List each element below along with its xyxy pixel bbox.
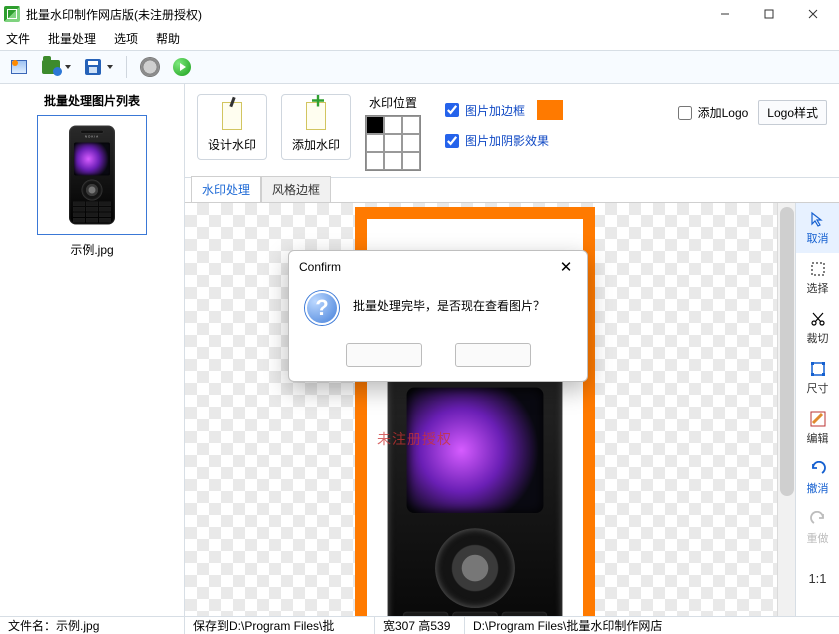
dialog-no-button[interactable] [455,343,531,367]
tab-bar: 水印处理 风格边框 [185,178,839,202]
add-shadow-checkbox[interactable]: 图片加阴影效果 [445,132,563,149]
toolbar-run-icon[interactable] [171,56,193,78]
logo-style-button[interactable]: Logo样式 [758,100,827,125]
image-list-item[interactable]: NOKIA 示例.jpg [17,115,167,258]
tool-select-label: 选择 [807,280,829,296]
dialog-close-button[interactable]: ✕ [555,256,577,278]
image-list-header: 批量处理图片列表 [44,88,140,115]
toolbar-separator [126,56,127,78]
app-icon [4,6,20,22]
tool-size-label: 尺寸 [807,380,829,396]
status-program-path: D:\Program Files\批量水印制作网店 [465,617,839,634]
toolbar-settings-icon[interactable] [139,56,161,78]
toolbar-open-folder-icon[interactable] [40,56,62,78]
tool-cancel-label: 取消 [807,230,829,246]
add-logo-input[interactable] [678,106,692,120]
status-dimensions: 宽307 高539 [375,617,465,634]
image-thumbnail-label: 示例.jpg [70,241,113,258]
cursor-icon [809,210,827,228]
dialog-yes-button[interactable] [346,343,422,367]
status-save-path: 保存到D:\Program Files\批 [185,617,375,634]
tool-edit-label: 编辑 [807,430,829,446]
watermark-position-grid[interactable] [365,115,421,171]
add-logo-checkbox[interactable]: 添加Logo [678,104,749,121]
vertical-scrollbar[interactable] [777,203,795,616]
add-border-checkbox[interactable]: 图片加边框 [445,100,563,120]
tool-zoom-ratio[interactable]: 1:1 [796,553,839,603]
dialog-message: 批量处理完毕，是否现在查看图片？ [353,291,545,314]
add-shadow-label: 图片加阴影效果 [465,132,549,149]
add-shadow-input[interactable] [445,134,459,148]
add-border-input[interactable] [445,103,459,117]
design-watermark-button[interactable]: 设计水印 [197,94,267,160]
toolbar-save-icon[interactable] [82,56,104,78]
menu-options[interactable]: 选项 [114,30,138,47]
plus-icon [306,102,326,130]
tool-zoom-label: 1:1 [808,571,826,586]
tool-redo[interactable]: 重做 [796,503,839,553]
tool-redo-label: 重做 [807,530,829,546]
dialog-titlebar: Confirm ✕ [289,251,587,283]
window-title: 批量水印制作网店版(未注册授权) [26,6,202,23]
title-bar: 批量水印制作网店版(未注册授权) [0,0,839,28]
tool-cancel[interactable]: 取消 [796,203,839,253]
tool-crop-label: 裁切 [807,330,829,346]
tool-size[interactable]: 尺寸 [796,353,839,403]
tool-crop[interactable]: 裁切 [796,303,839,353]
maximize-button[interactable] [747,0,791,28]
image-list-panel: 批量处理图片列表 NOKIA 示例.jpg [0,84,185,616]
tool-edit[interactable]: 编辑 [796,403,839,453]
tool-undo-label: 撤消 [807,480,829,496]
confirm-dialog: Confirm ✕ ? 批量处理完毕，是否现在查看图片？ [288,250,588,382]
dialog-title: Confirm [299,260,341,274]
menu-help[interactable]: 帮助 [156,30,180,47]
toolbar-save-caret-icon[interactable] [106,56,114,78]
status-filename: 文件名：示例.jpg [0,617,185,634]
toolbar-open-folder-caret-icon[interactable] [64,56,72,78]
toolbar-open-image-icon[interactable] [8,56,30,78]
status-bar: 文件名：示例.jpg 保存到D:\Program Files\批 宽307 高5… [0,616,839,634]
question-icon: ? [305,291,339,325]
phone-thumbnail-graphic: NOKIA [69,126,115,225]
tool-select[interactable]: 选择 [796,253,839,303]
tab-border-style[interactable]: 风格边框 [261,176,331,202]
edit-icon [809,410,827,428]
add-border-label: 图片加边框 [465,102,525,119]
design-watermark-label: 设计水印 [208,136,256,153]
size-icon [809,360,827,378]
minimize-button[interactable] [703,0,747,28]
tab-watermark[interactable]: 水印处理 [191,176,261,202]
right-toolbox: 取消 选择 裁切 尺寸 编辑 [795,203,839,616]
add-watermark-label: 添加水印 [292,136,340,153]
scrollbar-thumb[interactable] [780,207,794,496]
close-button[interactable] [791,0,835,28]
options-bar: 设计水印 添加水印 水印位置 图片加边框 [185,84,839,178]
menu-file[interactable]: 文件 [6,30,30,47]
add-watermark-button[interactable]: 添加水印 [281,94,351,160]
toolbar [0,50,839,84]
watermark-position-label: 水印位置 [369,94,417,111]
select-icon [809,260,827,278]
add-logo-label: 添加Logo [698,104,749,121]
image-thumbnail[interactable]: NOKIA [37,115,147,235]
border-color-swatch[interactable] [537,100,563,120]
pen-icon [222,102,242,130]
status-filename-value: 示例.jpg [56,619,99,633]
status-filename-label: 文件名： [8,619,56,633]
undo-icon [809,460,827,478]
watermark-position-block: 水印位置 [365,94,421,171]
tool-undo[interactable]: 撤消 [796,453,839,503]
redo-icon [809,510,827,528]
menu-bar: 文件 批量处理 选项 帮助 [0,28,839,50]
menu-batch[interactable]: 批量处理 [48,30,96,47]
watermark-text: 未注册授权 [377,429,452,449]
scissors-icon [809,310,827,328]
